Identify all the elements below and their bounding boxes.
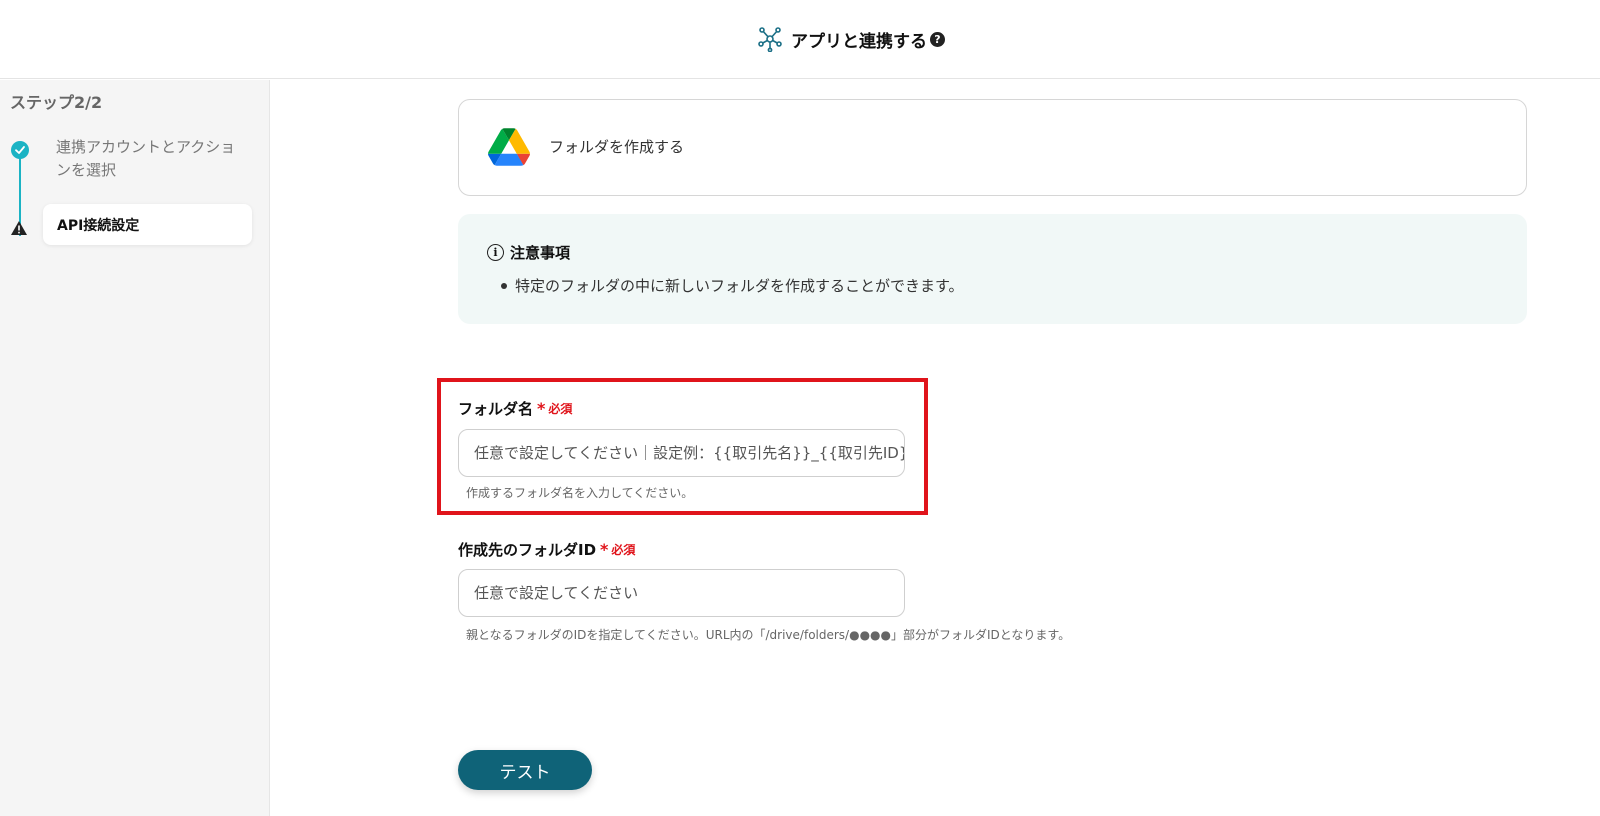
required-star: * <box>600 540 609 559</box>
app-action-card: フォルダを作成する <box>458 99 1527 196</box>
sidebar-item-api-settings[interactable]: API接続設定 <box>43 204 252 245</box>
parent-folder-id-label-text: 作成先のフォルダID <box>458 541 597 559</box>
required-badge: 必須 <box>548 402 573 416</box>
sidebar-item-select-account[interactable]: 連携アカウントとアクションを選択 <box>56 136 246 182</box>
header: アプリと連携する ? <box>0 0 1600 79</box>
folder-name-input[interactable] <box>458 429 905 477</box>
required-star: * <box>537 399 546 418</box>
header-title: アプリと連携する ? <box>757 26 945 52</box>
google-drive-icon <box>488 128 530 166</box>
app-connect-icon <box>758 27 782 52</box>
required-badge: 必須 <box>611 543 636 557</box>
folder-name-help: 作成するフォルダ名を入力してください。 <box>466 486 694 500</box>
check-icon <box>11 141 29 159</box>
notice-item-text: 特定のフォルダの中に新しいフォルダを作成することができます。 <box>515 277 964 295</box>
action-label: フォルダを作成する <box>549 138 685 156</box>
test-button[interactable]: テスト <box>458 750 592 790</box>
bullet <box>501 282 507 289</box>
notice-title-text: 注意事項 <box>510 244 571 262</box>
page-title: アプリと連携する <box>791 31 927 52</box>
parent-folder-id-label: 作成先のフォルダID * 必須 <box>458 539 635 560</box>
help-icon[interactable]: ? <box>930 31 945 47</box>
notice-title: i 注意事項 <box>487 242 570 263</box>
info-icon: i <box>487 244 504 261</box>
sidebar: ステップ2/2 連携アカウントとアクションを選択 API接続設定 <box>0 80 270 816</box>
parent-folder-id-input[interactable] <box>458 569 905 617</box>
parent-folder-id-help: 親となるフォルダのIDを指定してください。URL内の「/drive/folder… <box>466 628 1071 642</box>
notice-box: i 注意事項 特定のフォルダの中に新しいフォルダを作成することができます。 <box>458 214 1527 324</box>
warning-icon <box>11 221 27 235</box>
folder-name-label: フォルダ名 * 必須 <box>458 398 572 419</box>
notice-item: 特定のフォルダの中に新しいフォルダを作成することができます。 <box>501 275 964 296</box>
step-label: ステップ2/2 <box>10 93 103 112</box>
folder-name-label-text: フォルダ名 <box>458 400 534 418</box>
